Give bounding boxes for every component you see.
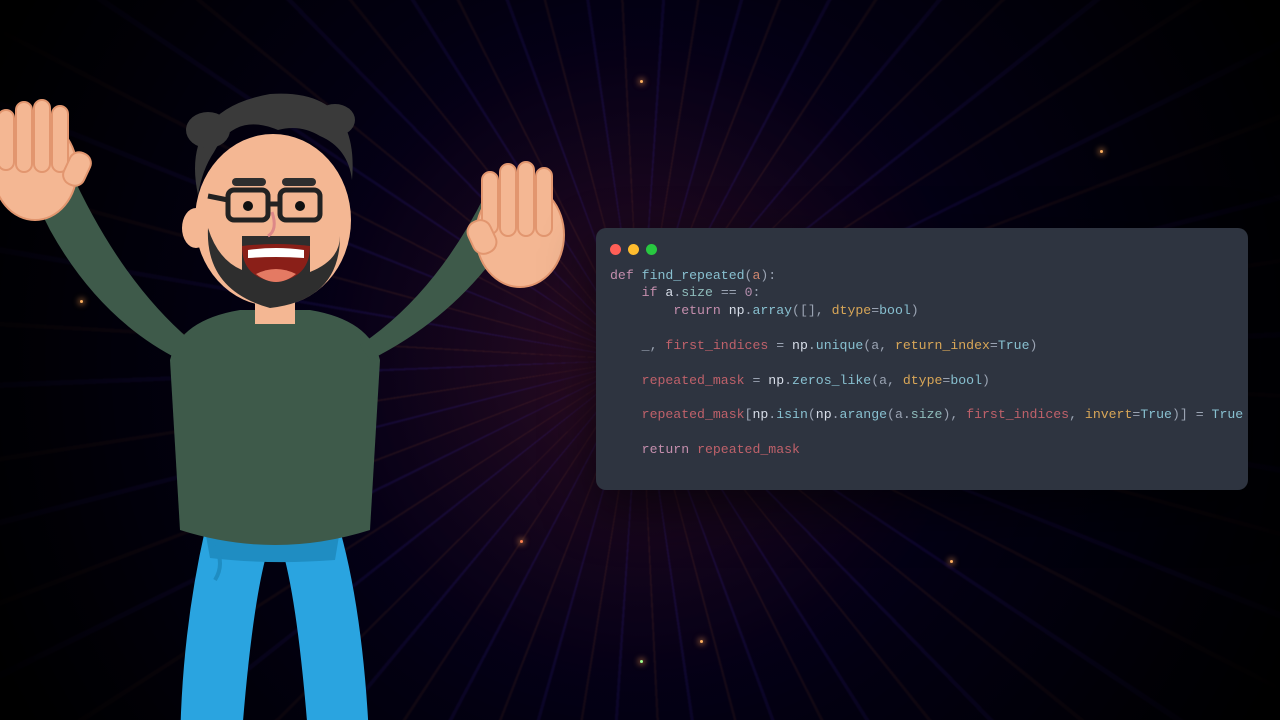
zoom-icon[interactable] <box>646 244 657 255</box>
close-icon[interactable] <box>610 244 621 255</box>
minimize-icon[interactable] <box>628 244 639 255</box>
stage: def find_repeated(a): if a.size == 0: re… <box>0 0 1280 720</box>
window-traffic-lights <box>610 244 1234 255</box>
code-snippet: def find_repeated(a): if a.size == 0: re… <box>610 267 1234 459</box>
code-window: def find_repeated(a): if a.size == 0: re… <box>596 228 1248 490</box>
cartoon-character <box>0 60 580 720</box>
